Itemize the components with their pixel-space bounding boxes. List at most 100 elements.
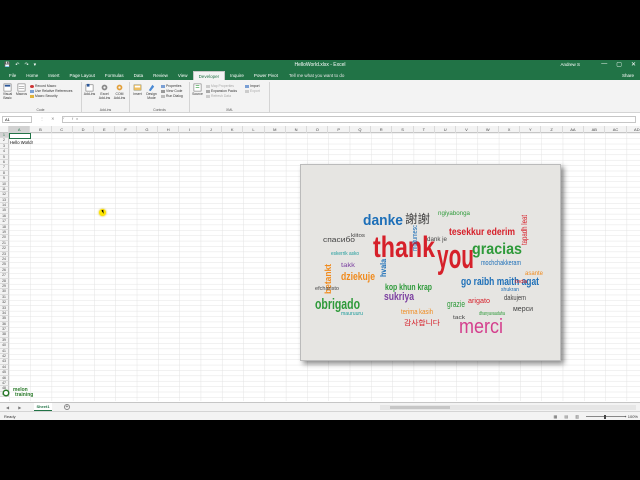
column-header[interactable]: AD [627,126,640,133]
group-code-label: Code [36,108,45,112]
column-header[interactable]: W [478,126,499,133]
visual-basic-label: Visual Basic [2,92,13,100]
macro-security-button[interactable]: Macro Security [30,94,58,98]
column-header[interactable]: X [499,126,521,133]
column-header[interactable]: H [158,126,180,133]
source-button[interactable]: Source [191,83,204,97]
zoom-level[interactable]: + 100% [624,414,638,419]
view-buttons[interactable]: ▦ ▤ ▥ [553,414,582,419]
expansion-packs-button[interactable]: Expansion Packs [206,89,237,93]
column-header[interactable]: L [243,126,265,133]
minimize-button[interactable]: — [601,61,607,68]
word-merci-ru: мерси [513,306,533,313]
tell-me-search[interactable]: Tell me what you want to do [289,71,345,80]
run-dialog-button[interactable]: Run Dialog [161,94,183,98]
refresh-data-button[interactable]: Refresh Data [206,94,231,98]
view-code-button[interactable]: View Code [161,89,182,93]
column-header[interactable]: C [52,126,73,133]
toolbox-icon [133,84,142,91]
column-header[interactable]: I [179,126,201,133]
properties-icon [161,84,165,88]
export-button[interactable]: Export [245,89,260,93]
tab-home[interactable]: Home [21,71,43,80]
sheet-tab-sheet1[interactable]: Sheet1 [34,403,52,411]
select-all-corner[interactable] [0,126,9,133]
column-header[interactable]: U [435,126,457,133]
import-label: Import [250,84,260,88]
relative-references-button[interactable]: Use Relative References [30,89,73,93]
add-ins-button[interactable]: Add-ins [83,83,96,97]
group-code: Visual Basic Macros Record Macro Use Rel… [0,82,82,113]
column-header[interactable]: F [116,126,137,133]
thank-you-word-cloud-image[interactable]: thank you danke 謝謝 tesekkur ederim ngiya… [300,164,561,361]
active-cell-a1[interactable] [9,133,31,139]
column-header[interactable]: AB [584,126,606,133]
macros-button[interactable]: Macros [15,83,28,97]
add-sheet-button[interactable]: + [64,404,70,410]
column-header[interactable]: O [307,126,329,133]
excel-add-ins-label: Excel Add-ins [98,92,111,100]
word-hvala: hvala [379,259,388,277]
excel-add-ins-button[interactable]: Excel Add-ins [98,83,111,101]
tab-page-layout[interactable]: Page Layout [65,71,100,80]
word-terima-kasih: terima kasih [401,309,433,316]
column-header[interactable]: AC [605,126,627,133]
scrollbar-thumb[interactable] [390,406,450,409]
source-label: Source [192,92,203,96]
column-header[interactable]: P [329,126,350,133]
column-header[interactable]: D [73,126,95,133]
column-header[interactable]: AA [563,126,585,133]
design-mode-button[interactable]: Design Mode [145,83,158,101]
tab-insert[interactable]: Insert [43,71,64,80]
column-header[interactable]: M [265,126,286,133]
column-header[interactable]: S [392,126,414,133]
column-header[interactable]: Q [350,126,372,133]
zoom-slider[interactable] [586,414,626,419]
group-xml-label: XML [226,108,233,112]
map-properties-button[interactable]: Map Properties [206,84,234,88]
word-sukriya: sukriya [384,291,415,303]
window-title: HelloWorld.xlsx - Excel [294,62,346,68]
column-header[interactable]: Z [542,126,563,133]
column-header[interactable]: Y [520,126,542,133]
formula-input[interactable] [62,116,636,123]
com-add-ins-button[interactable]: COM Add-ins [113,83,126,101]
source-icon [193,83,202,92]
word-dziekuje: dziekuje [341,271,375,283]
column-header[interactable]: T [414,126,435,133]
column-header[interactable]: G [137,126,159,133]
group-addins: Add-ins Excel Add-ins COM Add-ins Add-in… [82,82,130,113]
column-header[interactable]: J [201,126,222,133]
cell-a2[interactable]: Hello World! [10,140,33,145]
word-multumesc: multumesc [412,225,419,251]
tab-power-pivot[interactable]: Power Pivot [249,71,283,80]
add-ins-icon [85,83,94,92]
column-header[interactable]: N [286,126,308,133]
insert-control-button[interactable]: Insert [131,83,144,97]
column-header[interactable]: K [222,126,244,133]
sheet-nav-arrows[interactable]: ◀ ▶ [6,405,25,410]
maximize-button[interactable]: ▢ [616,61,622,68]
tab-file[interactable]: File [4,71,21,80]
visual-basic-button[interactable]: Visual Basic [1,83,14,101]
column-header[interactable]: B [30,126,52,133]
tab-developer[interactable]: Developer [192,71,226,80]
design-mode-icon [148,84,155,92]
column-header[interactable]: A [9,126,31,133]
share-button[interactable]: Share [622,71,634,80]
tab-review[interactable]: Review [148,71,173,80]
tab-formulas[interactable]: Formulas [100,71,129,80]
record-macro-button[interactable]: Record Macro [30,84,56,88]
import-button[interactable]: Import [245,84,260,88]
tab-view[interactable]: View [173,71,193,80]
user-name[interactable]: Andrew S [560,62,580,67]
column-header[interactable]: E [94,126,116,133]
column-header[interactable]: V [456,126,478,133]
close-button[interactable]: ✕ [631,61,636,68]
name-box[interactable]: A1 [2,116,32,123]
properties-button[interactable]: Properties [161,84,181,88]
column-header[interactable]: R [371,126,393,133]
horizontal-scrollbar[interactable] [380,405,636,410]
tab-data[interactable]: Data [129,71,149,80]
tab-inquire[interactable]: Inquire [225,71,249,80]
